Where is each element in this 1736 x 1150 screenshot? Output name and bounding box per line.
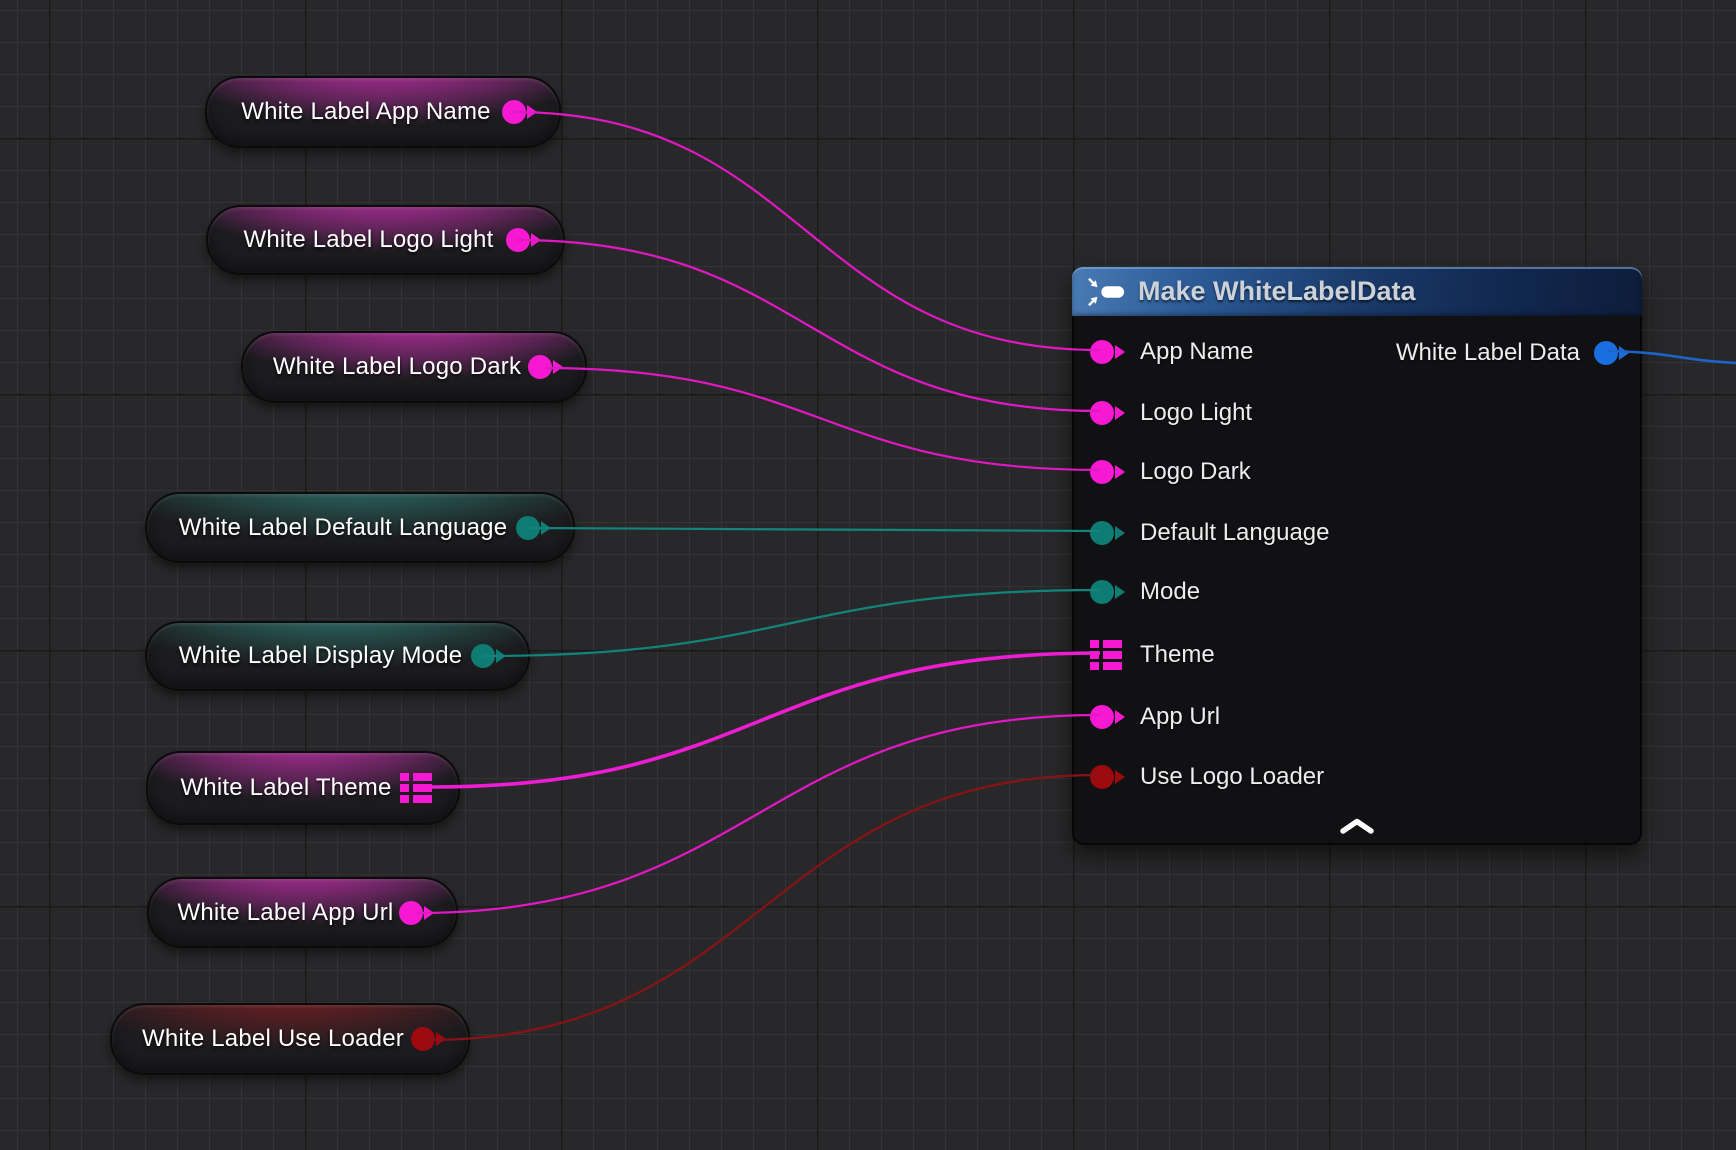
struct-grid-icon[interactable] xyxy=(400,773,432,803)
getter-node-use-loader[interactable]: White Label Use Loader xyxy=(110,1003,470,1075)
pin-row-use-logo-loader: Use Logo Loader xyxy=(1090,757,1324,797)
getter-label: White Label Display Mode xyxy=(161,642,515,670)
wire-app-url[interactable] xyxy=(415,715,1100,913)
pin-label: Theme xyxy=(1140,641,1215,669)
pin-row-mode: Mode xyxy=(1090,572,1200,612)
getter-node-app-url[interactable]: White Label App Url xyxy=(147,877,458,948)
getter-node-display-mode[interactable]: White Label Display Mode xyxy=(145,621,530,691)
make-struct-icon xyxy=(1088,277,1126,307)
getter-label: White Label Default Language xyxy=(161,514,560,542)
wire-use-loader[interactable] xyxy=(427,775,1100,1040)
pin-row-app-url: App Url xyxy=(1090,697,1220,737)
pin-label: App Url xyxy=(1140,703,1220,731)
wire-logo-light[interactable] xyxy=(517,240,1100,411)
output-pin-string[interactable] xyxy=(528,355,552,379)
input-pin-string[interactable] xyxy=(1090,401,1114,425)
pin-label: Logo Dark xyxy=(1140,458,1251,486)
pin-row-logo-dark: Logo Dark xyxy=(1090,452,1251,492)
pin-row-theme: Theme xyxy=(1090,635,1215,675)
input-pin-enum[interactable] xyxy=(1090,580,1114,604)
input-pin-string[interactable] xyxy=(1090,340,1114,364)
getter-node-app-name[interactable]: White Label App Name xyxy=(205,76,561,148)
wire-app-name[interactable] xyxy=(513,112,1100,350)
output-pin-enum[interactable] xyxy=(471,644,495,668)
getter-node-theme[interactable]: White Label Theme xyxy=(146,751,460,825)
wire-theme[interactable] xyxy=(432,653,1100,787)
wire-default-language[interactable] xyxy=(527,528,1100,531)
input-pin-enum[interactable] xyxy=(1090,521,1114,545)
pin-label: App Name xyxy=(1140,338,1253,366)
pin-row-default-language: Default Language xyxy=(1090,513,1330,553)
getter-label: White Label Logo Dark xyxy=(255,353,573,381)
pin-label: Default Language xyxy=(1140,519,1330,547)
getter-label: White Label Use Loader xyxy=(124,1025,456,1053)
input-pin-string[interactable] xyxy=(1090,705,1114,729)
node-header[interactable]: Make WhiteLabelData xyxy=(1072,267,1642,316)
pin-label: White Label Data xyxy=(1396,339,1580,367)
pin-label: Logo Light xyxy=(1140,399,1252,427)
output-pin-string[interactable] xyxy=(399,901,423,925)
pin-label: Use Logo Loader xyxy=(1140,763,1324,791)
output-pin-bool[interactable] xyxy=(411,1027,435,1051)
output-pin-struct[interactable] xyxy=(1594,341,1618,365)
pin-row-white-label-data: White Label Data xyxy=(1396,333,1618,373)
pin-label: Mode xyxy=(1140,578,1200,606)
output-pin-string[interactable] xyxy=(506,228,530,252)
pin-row-app-name: App Name xyxy=(1090,332,1253,372)
wire-logo-dark[interactable] xyxy=(545,368,1100,470)
input-pin-bool[interactable] xyxy=(1090,765,1114,789)
struct-grid-icon[interactable] xyxy=(1090,640,1122,670)
make-whitelabeldata-node[interactable]: Make WhiteLabelData App Name Logo Light … xyxy=(1072,267,1642,845)
wire-display-mode[interactable] xyxy=(483,590,1100,656)
blueprint-graph-canvas[interactable]: White Label App Name White Label Logo Li… xyxy=(0,0,1736,1150)
pin-row-logo-light: Logo Light xyxy=(1090,393,1252,433)
node-title: Make WhiteLabelData xyxy=(1138,276,1416,307)
collapse-node-button[interactable] xyxy=(1335,815,1379,837)
input-pin-string[interactable] xyxy=(1090,460,1114,484)
output-pin-enum[interactable] xyxy=(516,516,540,540)
getter-label: White Label Logo Light xyxy=(226,226,546,254)
getter-node-logo-light[interactable]: White Label Logo Light xyxy=(206,205,565,275)
getter-node-logo-dark[interactable]: White Label Logo Dark xyxy=(241,331,587,403)
chevron-up-icon xyxy=(1338,818,1376,834)
output-pin-string[interactable] xyxy=(502,100,526,124)
getter-node-default-language[interactable]: White Label Default Language xyxy=(145,492,575,563)
getter-label: White Label App Name xyxy=(223,98,542,126)
